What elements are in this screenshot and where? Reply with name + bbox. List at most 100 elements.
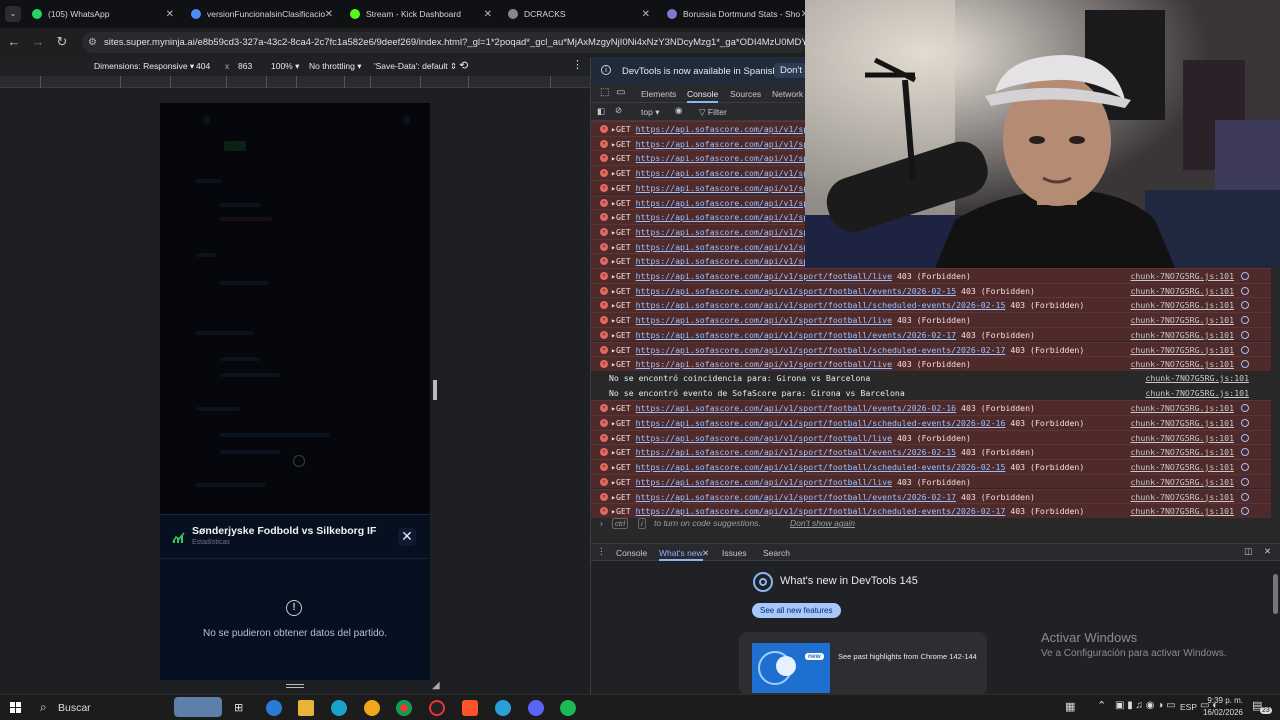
console-error-row[interactable]: ✕ ▸GET https://api.sofascore.com/api/v1/s… bbox=[591, 488, 1271, 504]
network-request-icon[interactable] bbox=[1241, 492, 1249, 501]
devtools-tab-console[interactable]: Console bbox=[687, 89, 719, 103]
address-bar[interactable]: ⚙ sites.super.myninja.ai/e8b59cd3-327a-4… bbox=[82, 32, 807, 53]
network-request-icon[interactable] bbox=[1241, 345, 1249, 354]
site-info-icon[interactable]: ⚙ bbox=[88, 32, 97, 53]
taskbar-search[interactable]: Buscar bbox=[58, 702, 91, 714]
request-url[interactable]: https://api.sofascore.com/api/v1/sport/f… bbox=[636, 271, 892, 281]
request-url[interactable]: https://api.sofascore.com/api/v1/sport/f… bbox=[636, 300, 1006, 310]
network-request-icon[interactable] bbox=[1241, 272, 1249, 280]
clock-date[interactable]: 16/02/2026 bbox=[1198, 708, 1243, 717]
request-url[interactable]: https://api.sofascore.com/api/v1/sport/f… bbox=[636, 418, 1006, 428]
task-view-icon[interactable]: ⊞ bbox=[234, 701, 243, 714]
clock-time[interactable]: 9:39 p. m. bbox=[1203, 696, 1243, 705]
request-url[interactable]: https://api.sofascore.com/api/v1/spo bbox=[636, 153, 813, 163]
console-error-row[interactable]: ✕ ▸GET https://api.sofascore.com/api/v1/s… bbox=[591, 297, 1271, 313]
network-request-icon[interactable] bbox=[1241, 419, 1249, 427]
source-link[interactable]: chunk-7NO7G5RG.js:101 bbox=[1130, 271, 1234, 281]
console-error-row[interactable]: ✕ ▸GET https://api.sofascore.com/api/v1/s… bbox=[591, 268, 1271, 283]
console-error-row[interactable]: ✕ ▸GET https://api.sofascore.com/api/v1/s… bbox=[591, 326, 1271, 342]
request-url[interactable]: https://api.sofascore.com/api/v1/sport/f… bbox=[636, 506, 1006, 516]
console-error-row[interactable]: ✕ ▸GET https://api.sofascore.com/api/v1/s… bbox=[591, 282, 1271, 298]
source-link[interactable]: chunk-7NO7G5RG.js:101 bbox=[1130, 477, 1234, 487]
network-request-icon[interactable] bbox=[1241, 301, 1249, 310]
devtools-tab-network[interactable]: Network bbox=[772, 89, 803, 99]
browser-tab[interactable]: Stream - Kick Dashboard ✕ bbox=[350, 3, 498, 25]
more-options-icon[interactable]: ⋮ bbox=[572, 58, 583, 71]
live-expression-icon[interactable]: ◉ bbox=[675, 105, 682, 116]
request-url[interactable]: https://api.sofascore.com/api/v1/sport/f… bbox=[636, 433, 892, 443]
chrome-canary-icon[interactable] bbox=[364, 700, 380, 716]
request-url[interactable]: https://api.sofascore.com/api/v1/sport/f… bbox=[636, 477, 892, 487]
height-input[interactable]: 863 bbox=[238, 61, 252, 71]
request-url[interactable]: https://api.sofascore.com/api/v1/sport/f… bbox=[636, 359, 892, 369]
source-link[interactable]: chunk-7NO7G5RG.js:101 bbox=[1130, 359, 1234, 369]
console-prompt[interactable]: › ctrl i to turn on code suggestions. Do… bbox=[591, 517, 1271, 531]
console-error-row[interactable]: ✕ ▸GET https://api.sofascore.com/api/v1/s… bbox=[591, 473, 1271, 489]
search-highlight-image[interactable] bbox=[174, 697, 222, 717]
console-log-row[interactable]: No se encontró coincidencia para: Girona… bbox=[591, 370, 1271, 386]
close-tab-icon[interactable]: ✕ bbox=[702, 548, 709, 559]
close-tab-icon[interactable]: ✕ bbox=[642, 9, 650, 20]
source-link[interactable]: chunk-7NO7G5RG.js:101 bbox=[1130, 506, 1234, 516]
close-sheet-button[interactable]: ✕ bbox=[398, 528, 416, 546]
browser-tab[interactable]: (105) WhatsApp ✕ bbox=[32, 3, 180, 25]
console-error-row[interactable]: ✕ ▸GET https://api.sofascore.com/api/v1/s… bbox=[591, 400, 1271, 415]
save-data-select[interactable]: 'Save-Data': default ⇕ bbox=[374, 61, 457, 72]
rotate-icon[interactable]: ⟲ bbox=[459, 59, 468, 72]
network-request-icon[interactable] bbox=[1241, 448, 1249, 457]
source-link[interactable]: chunk-7NO7G5RG.js:101 bbox=[1130, 300, 1234, 310]
source-link[interactable]: chunk-7NO7G5RG.js:101 bbox=[1130, 433, 1234, 443]
discord-icon[interactable] bbox=[528, 700, 544, 716]
edge-icon[interactable] bbox=[266, 700, 282, 716]
close-tab-icon[interactable]: ✕ bbox=[325, 9, 333, 20]
back-icon[interactable]: ← bbox=[6, 34, 22, 50]
video-thumbnail[interactable]: new bbox=[752, 643, 830, 693]
source-link[interactable]: chunk-7NO7G5RG.js:101 bbox=[1130, 286, 1234, 296]
source-link[interactable]: chunk-7NO7G5RG.js:101 bbox=[1130, 447, 1234, 457]
network-request-icon[interactable] bbox=[1241, 404, 1249, 413]
width-input[interactable]: 404 bbox=[196, 61, 210, 71]
highlight-card[interactable]: new See past highlights from Chrome 142-… bbox=[739, 632, 987, 695]
context-select[interactable]: top ▾ bbox=[641, 107, 659, 118]
network-request-icon[interactable] bbox=[1241, 286, 1249, 295]
brave-icon[interactable] bbox=[462, 700, 478, 716]
tray-overflow-icon[interactable]: ⌃ bbox=[1097, 699, 1106, 712]
source-link[interactable]: chunk-7NO7G5RG.js:101 bbox=[1130, 403, 1234, 413]
drawer-tab[interactable]: What's new bbox=[659, 548, 703, 561]
source-link[interactable]: chunk-7NO7G5RG.js:101 bbox=[1130, 418, 1234, 428]
search-icon[interactable]: ⌕ bbox=[40, 700, 47, 715]
network-request-icon[interactable] bbox=[1241, 330, 1249, 339]
network-request-icon[interactable] bbox=[1241, 360, 1249, 369]
devtools-tab-elements[interactable]: Elements bbox=[641, 89, 676, 99]
bottom-resize-handle[interactable] bbox=[286, 684, 304, 688]
browser-tab[interactable]: versionFuncionalsinClasificacio ✕ bbox=[191, 3, 339, 25]
device-toggle-icon[interactable]: ▭ bbox=[616, 87, 625, 98]
see-all-features-button[interactable]: See all new features bbox=[752, 603, 841, 618]
forward-icon[interactable]: → bbox=[30, 34, 46, 50]
chrome-icon[interactable] bbox=[396, 700, 412, 716]
zoom-select[interactable]: 100% ▾ bbox=[271, 61, 299, 72]
highlight-link[interactable]: See past highlights from Chrome 142-144 bbox=[838, 652, 977, 661]
network-request-icon[interactable] bbox=[1241, 477, 1249, 486]
request-url[interactable]: https://api.sofascore.com/api/v1/sport/f… bbox=[636, 492, 956, 502]
request-url[interactable]: https://api.sofascore.com/api/v1/spo bbox=[636, 139, 813, 149]
request-url[interactable]: https://api.sofascore.com/api/v1/sport/f… bbox=[636, 462, 1006, 472]
inspect-element-icon[interactable]: ⬚ bbox=[600, 87, 609, 98]
browser-tab[interactable]: DCRACKS ✕ bbox=[508, 3, 656, 25]
close-tab-icon[interactable]: ✕ bbox=[166, 9, 174, 20]
input-indicator-icon[interactable]: ▦ bbox=[1065, 700, 1075, 713]
request-url[interactable]: https://api.sofascore.com/api/v1/spo bbox=[636, 227, 813, 237]
request-url[interactable]: https://api.sofascore.com/api/v1/sport/f… bbox=[636, 315, 892, 325]
close-tab-icon[interactable]: ✕ bbox=[484, 9, 492, 20]
network-request-icon[interactable] bbox=[1241, 507, 1249, 516]
windows-start-icon[interactable] bbox=[10, 702, 22, 714]
source-link[interactable]: chunk-7NO7G5RG.js:101 bbox=[1130, 330, 1234, 340]
source-link[interactable]: chunk-7NO7G5RG.js:101 bbox=[1130, 492, 1234, 502]
side-resize-handle[interactable] bbox=[433, 380, 437, 400]
console-error-row[interactable]: ✕ ▸GET https://api.sofascore.com/api/v1/s… bbox=[591, 503, 1271, 518]
tab-search-icon[interactable]: ⌄ bbox=[5, 6, 21, 22]
console-error-row[interactable]: ✕ ▸GET https://api.sofascore.com/api/v1/s… bbox=[591, 444, 1271, 460]
request-url[interactable]: https://api.sofascore.com/api/v1/spo bbox=[636, 168, 813, 178]
request-url[interactable]: https://api.sofascore.com/api/v1/spo bbox=[636, 242, 813, 252]
console-error-row[interactable]: ✕ ▸GET https://api.sofascore.com/api/v1/s… bbox=[591, 415, 1271, 430]
